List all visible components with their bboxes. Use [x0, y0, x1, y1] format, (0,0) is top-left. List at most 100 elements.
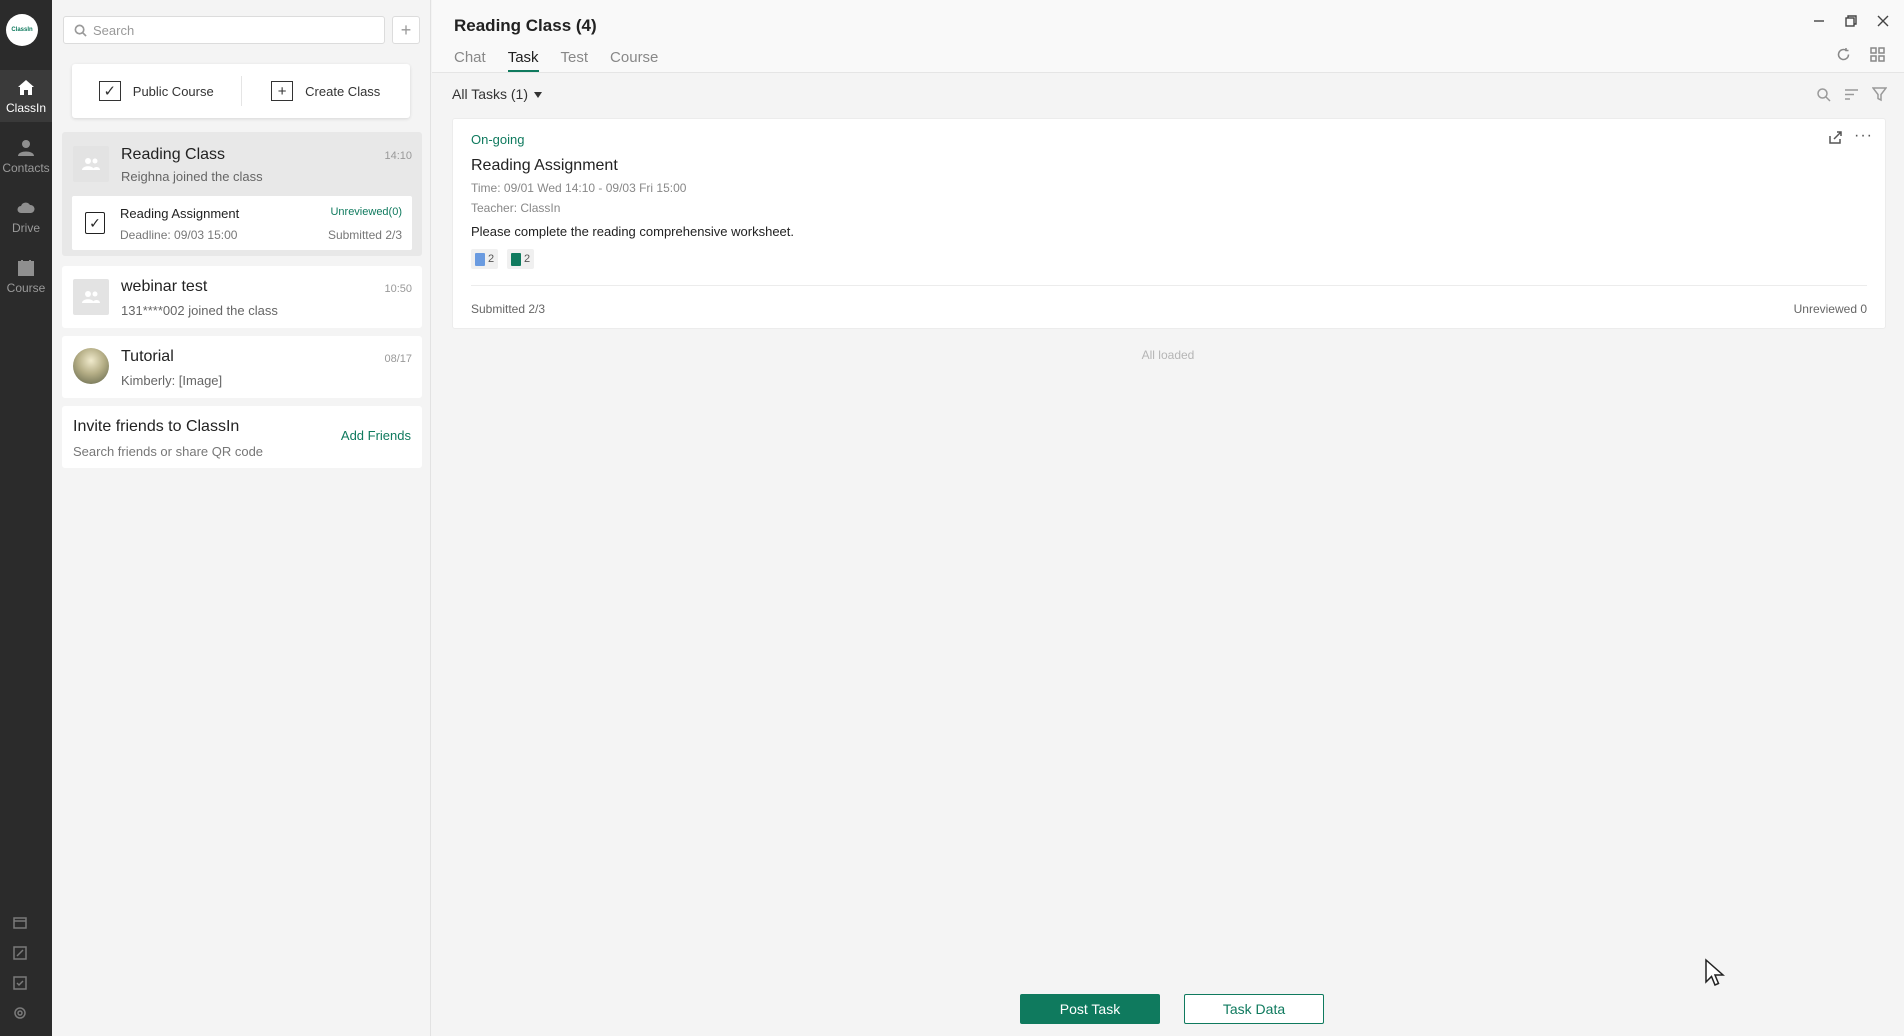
tab-test[interactable]: Test — [561, 49, 589, 72]
divider — [471, 285, 1867, 286]
restore-button[interactable] — [1840, 10, 1862, 32]
task-submitted: Submitted 2/3 — [471, 302, 546, 316]
rail-item-course[interactable]: Course — [0, 250, 52, 302]
conversation-list-panel: + ✓ Public Course + Create Class Reading… — [52, 0, 431, 1036]
search-tasks-button[interactable] — [1816, 87, 1834, 105]
home-icon — [18, 79, 34, 95]
document-icon — [475, 252, 485, 266]
chat-time: 10:50 — [384, 283, 412, 295]
mouse-cursor-icon — [1705, 958, 1725, 986]
post-task-button[interactable]: Post Task — [1020, 994, 1160, 1024]
calendar-icon — [18, 259, 34, 276]
chat-item-reading-class[interactable]: Reading Class Reighna joined the class 1… — [62, 132, 422, 256]
logo-text: ClassIn — [11, 27, 33, 33]
tab-bar: Chat Task Test Course — [454, 49, 680, 72]
plus-box-icon: + — [271, 81, 294, 101]
settings-icon[interactable] — [13, 1006, 31, 1024]
rail-item-label: Course — [6, 280, 46, 295]
chat-item-tutorial[interactable]: Tutorial Kimberly: [Image] 08/17 — [62, 336, 422, 398]
filter-bar: All Tasks (1) — [432, 74, 1904, 116]
task-icon[interactable] — [13, 976, 31, 994]
task-preview-title: Reading Assignment — [120, 206, 240, 221]
left-rail: ClassIn ClassIn Contacts Drive Course — [0, 0, 52, 1036]
public-course-button[interactable]: ✓ Public Course — [72, 64, 241, 118]
chat-title: Tutorial — [121, 348, 174, 365]
group-icon — [82, 158, 100, 170]
rail-item-label: ClassIn — [5, 100, 46, 115]
chat-time: 08/17 — [384, 353, 412, 365]
create-class-label: Create Class — [305, 83, 381, 99]
attachment-doc[interactable]: 2 — [471, 249, 499, 269]
rail-item-contacts[interactable]: Contacts — [0, 130, 52, 182]
task-preview-card[interactable]: ✓ Reading Assignment Deadline: 09/03 15:… — [72, 196, 412, 250]
task-card[interactable]: On-going Reading Assignment Time: 09/01 … — [452, 118, 1886, 329]
plus-icon: + — [400, 19, 412, 40]
invite-friends-card: Invite friends to ClassIn Search friends… — [62, 406, 422, 468]
chat-item-webinar-test[interactable]: webinar test 131****002 joined the class… — [62, 266, 422, 328]
grid-icon — [1870, 47, 1885, 62]
share-button[interactable] — [1829, 131, 1845, 147]
tab-chat[interactable]: Chat — [454, 49, 486, 72]
edit-icon[interactable] — [13, 946, 31, 964]
cloud-icon — [17, 202, 35, 213]
refresh-icon — [1837, 48, 1850, 61]
checkbox-icon: ✓ — [98, 81, 121, 101]
sort-icon — [1845, 89, 1858, 100]
task-unreviewed: Unreviewed 0 — [1793, 302, 1867, 316]
rail-item-drive[interactable]: Drive — [0, 190, 52, 242]
invite-title: Invite friends to ClassIn — [73, 418, 240, 435]
group-avatar — [73, 279, 109, 315]
task-preview-submitted: Submitted 2/3 — [327, 228, 402, 242]
filter-button[interactable] — [1871, 87, 1890, 105]
page-title: Reading Class (4) — [454, 16, 597, 35]
caret-down-icon — [533, 92, 542, 99]
task-filter-label: All Tasks (1) — [452, 86, 528, 102]
task-preview-deadline: Deadline: 09/03 15:00 — [120, 228, 238, 242]
chat-time: 14:10 — [384, 150, 412, 162]
more-options-button[interactable]: ··· — [1854, 127, 1873, 145]
invite-subtitle: Search friends or share QR code — [73, 444, 264, 459]
attachment-count: 2 — [488, 253, 495, 265]
minimize-icon — [1814, 20, 1824, 22]
filter-icon — [1871, 87, 1888, 102]
add-friends-link[interactable]: Add Friends — [341, 428, 411, 443]
tab-task[interactable]: Task — [507, 49, 539, 72]
group-icon — [82, 291, 100, 303]
main-panel: Reading Class (4) Chat Task Test Course … — [432, 0, 1904, 1036]
task-status: On-going — [471, 132, 525, 147]
task-data-button[interactable]: Task Data — [1184, 994, 1324, 1024]
task-filter-dropdown[interactable]: All Tasks (1) — [452, 86, 542, 102]
task-description: Please complete the reading comprehensiv… — [471, 224, 795, 239]
share-icon — [1829, 131, 1842, 144]
task-time: Time: 09/01 Wed 14:10 - 09/03 Fri 15:00 — [471, 181, 687, 195]
refresh-button[interactable] — [1836, 47, 1854, 65]
sort-button[interactable] — [1844, 87, 1862, 105]
close-button[interactable] — [1872, 10, 1894, 32]
rail-item-classin[interactable]: ClassIn — [0, 70, 52, 122]
attachment-file[interactable]: 2 — [507, 249, 535, 269]
search-input[interactable] — [93, 22, 373, 38]
rail-item-label: Contacts — [2, 160, 50, 175]
search-icon — [74, 24, 87, 37]
file-icon — [511, 252, 521, 266]
group-avatar — [73, 146, 109, 182]
chat-title: webinar test — [121, 278, 208, 295]
chat-subtitle: 131****002 joined the class — [121, 303, 278, 318]
quick-actions-card: ✓ Public Course + Create Class — [72, 64, 410, 118]
all-loaded-text: All loaded — [1141, 348, 1195, 362]
tab-course[interactable]: Course — [610, 49, 658, 72]
task-preview-unreviewed: Unreviewed(0) — [330, 206, 402, 218]
add-button[interactable]: + — [392, 16, 420, 44]
minimize-button[interactable] — [1808, 10, 1830, 32]
create-class-button[interactable]: + Create Class — [242, 64, 411, 118]
person-icon — [18, 139, 34, 156]
search-icon — [1817, 88, 1831, 102]
files-icon[interactable] — [13, 916, 31, 934]
search-box[interactable] — [63, 16, 385, 44]
chat-title: Reading Class — [121, 146, 226, 163]
apps-button[interactable] — [1870, 47, 1888, 65]
restore-icon — [1845, 15, 1857, 27]
close-icon — [1877, 15, 1889, 27]
task-teacher: Teacher: ClassIn — [471, 201, 561, 215]
classin-logo[interactable]: ClassIn — [6, 14, 38, 46]
